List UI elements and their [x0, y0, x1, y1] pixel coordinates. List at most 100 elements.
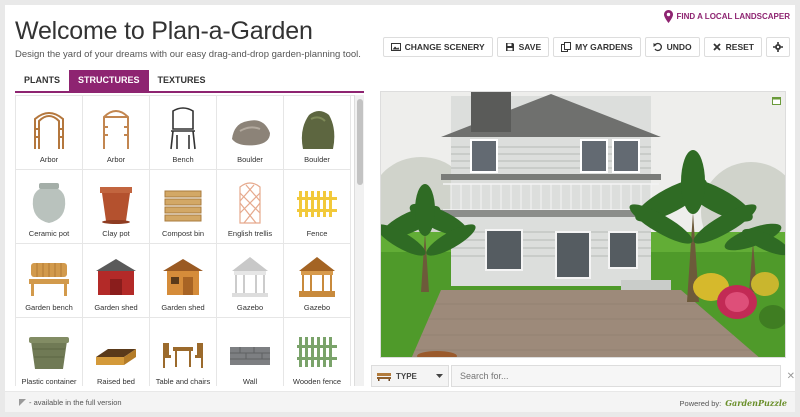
catalog-item[interactable]: Boulder: [284, 96, 351, 170]
calendar-icon[interactable]: [772, 96, 781, 105]
catalog-item-label: Gazebo: [303, 303, 331, 312]
catalog-item[interactable]: Arbor: [83, 96, 150, 170]
tab-textures[interactable]: TEXTURES: [149, 70, 215, 91]
reset-label: RESET: [725, 42, 754, 52]
type-filter-dropdown[interactable]: TYPE: [371, 365, 449, 387]
change-scenery-label: CHANGE SCENERY: [404, 42, 485, 52]
catalog-item-label: Arbor: [106, 155, 126, 164]
catalog-item-label: Clay pot: [102, 229, 130, 238]
catalog-item-label: Raised bed: [97, 377, 135, 386]
raised-bed-icon: [90, 326, 142, 374]
undo-label: UNDO: [666, 42, 692, 52]
catalog-item-label: Wooden fence: [292, 377, 342, 386]
catalog-item[interactable]: Wooden fence: [284, 318, 351, 386]
find-landscaper-link[interactable]: FIND A LOCAL LANDSCAPER: [663, 10, 790, 23]
catalog-item[interactable]: Clay pot: [83, 170, 150, 244]
tab-structures[interactable]: STRUCTURES: [69, 70, 149, 91]
footer-note: - available in the full version: [19, 398, 122, 407]
wooden-fence-icon: [291, 326, 343, 374]
scrollbar-thumb[interactable]: [357, 99, 363, 185]
arbor2-icon: [90, 104, 142, 152]
catalog-item[interactable]: Fence: [284, 170, 351, 244]
save-label: SAVE: [518, 42, 542, 52]
change-scenery-button[interactable]: CHANGE SCENERY: [382, 37, 493, 57]
bench-icon: [157, 104, 209, 152]
catalog-item-label: English trellis: [227, 229, 273, 238]
boulder-icon: [224, 104, 276, 152]
ceramic-pot-icon: [23, 178, 75, 226]
garden-bench-icon: [23, 252, 75, 300]
page-subtitle: Design the yard of your dreams with our …: [15, 49, 361, 60]
clear-search-icon[interactable]: ✕: [787, 371, 795, 382]
catalog-item[interactable]: Boulder: [217, 96, 284, 170]
catalog-item[interactable]: Garden shed: [150, 244, 217, 318]
shed-wood-icon: [157, 252, 209, 300]
search-input[interactable]: [450, 365, 781, 387]
catalog-tabs: PLANTS STRUCTURES TEXTURES: [15, 70, 364, 93]
clay-pot-icon: [90, 178, 142, 226]
arbor-icon: [23, 104, 75, 152]
catalog-item[interactable]: Gazebo: [284, 244, 351, 318]
catalog-item[interactable]: English trellis: [217, 170, 284, 244]
catalog-item-label: Arbor: [39, 155, 59, 164]
gazebo-white-icon: [224, 252, 276, 300]
settings-button[interactable]: [766, 37, 790, 57]
powered-by: Powered by: GardenPuzzle: [680, 398, 787, 408]
footer: - available in the full version Powered …: [5, 391, 795, 412]
map-pin-icon: [663, 10, 673, 23]
gear-icon: [773, 42, 783, 52]
trellis-icon: [224, 178, 276, 226]
catalog-item-label: Ceramic pot: [28, 229, 70, 238]
gazebo-wood-icon: [291, 252, 343, 300]
catalog-item-label: Compost bin: [161, 229, 205, 238]
fence-icon: [291, 178, 343, 226]
copy-icon: [561, 42, 572, 52]
page-title: Welcome to Plan-a-Garden: [15, 17, 313, 45]
corner-flag-icon: [19, 399, 26, 406]
close-icon: [713, 43, 721, 51]
catalog-item-label: Fence: [306, 229, 328, 238]
garden-scene: [381, 92, 785, 357]
floppy-disk-icon: [505, 43, 514, 51]
gardenpuzzle-logo[interactable]: GardenPuzzle: [725, 398, 787, 408]
catalog-scrollbar[interactable]: [354, 95, 364, 386]
catalog-item[interactable]: Garden bench: [16, 244, 83, 318]
structure-catalog: Arbor Arbor Bench Boulder Boulder Ceramic pot…: [15, 95, 354, 386]
type-filter-label: TYPE: [396, 371, 417, 381]
catalog-item-label: Plastic container: [21, 377, 77, 386]
my-gardens-button[interactable]: MY GARDENS: [553, 37, 641, 57]
image-icon: [390, 43, 401, 51]
catalog-item[interactable]: Arbor: [16, 96, 83, 170]
catalog-item[interactable]: Plastic container: [16, 318, 83, 386]
find-landscaper-label: FIND A LOCAL LANDSCAPER: [676, 12, 790, 21]
catalog-item[interactable]: Bench: [150, 96, 217, 170]
catalog-item[interactable]: Table and chairs: [150, 318, 217, 386]
catalog-item-label: Boulder: [304, 155, 330, 164]
catalog-item[interactable]: Garden shed: [83, 244, 150, 318]
undo-button[interactable]: UNDO: [644, 37, 700, 57]
catalog-item-label: Garden bench: [25, 303, 73, 312]
catalog-item-label: Gazebo: [236, 303, 264, 312]
catalog-item[interactable]: Gazebo: [217, 244, 284, 318]
garden-preview-canvas[interactable]: [380, 91, 786, 358]
catalog-item[interactable]: Wall: [217, 318, 284, 386]
catalog-item-label: Bench: [172, 155, 194, 164]
catalog-item[interactable]: Ceramic pot: [16, 170, 83, 244]
catalog-grid: Arbor Arbor Bench Boulder Boulder Ceramic pot…: [15, 95, 354, 386]
shed-red-icon: [90, 252, 142, 300]
catalog-item[interactable]: Compost bin: [150, 170, 217, 244]
wall-icon: [224, 326, 276, 374]
tab-plants[interactable]: PLANTS: [15, 70, 69, 91]
boulder2-icon: [291, 104, 343, 152]
reset-button[interactable]: RESET: [703, 37, 762, 57]
catalog-item[interactable]: Raised bed: [83, 318, 150, 386]
save-button[interactable]: SAVE: [496, 37, 550, 57]
catalog-item-label: Table and chairs: [155, 377, 211, 386]
footer-note-text: - available in the full version: [29, 398, 122, 407]
container-icon: [23, 326, 75, 374]
catalog-item-label: Boulder: [237, 155, 263, 164]
catalog-item-label: Garden shed: [161, 303, 205, 312]
compost-bin-icon: [157, 178, 209, 226]
my-gardens-label: MY GARDENS: [575, 42, 633, 52]
search-bar-row: TYPE ✕: [367, 364, 795, 388]
